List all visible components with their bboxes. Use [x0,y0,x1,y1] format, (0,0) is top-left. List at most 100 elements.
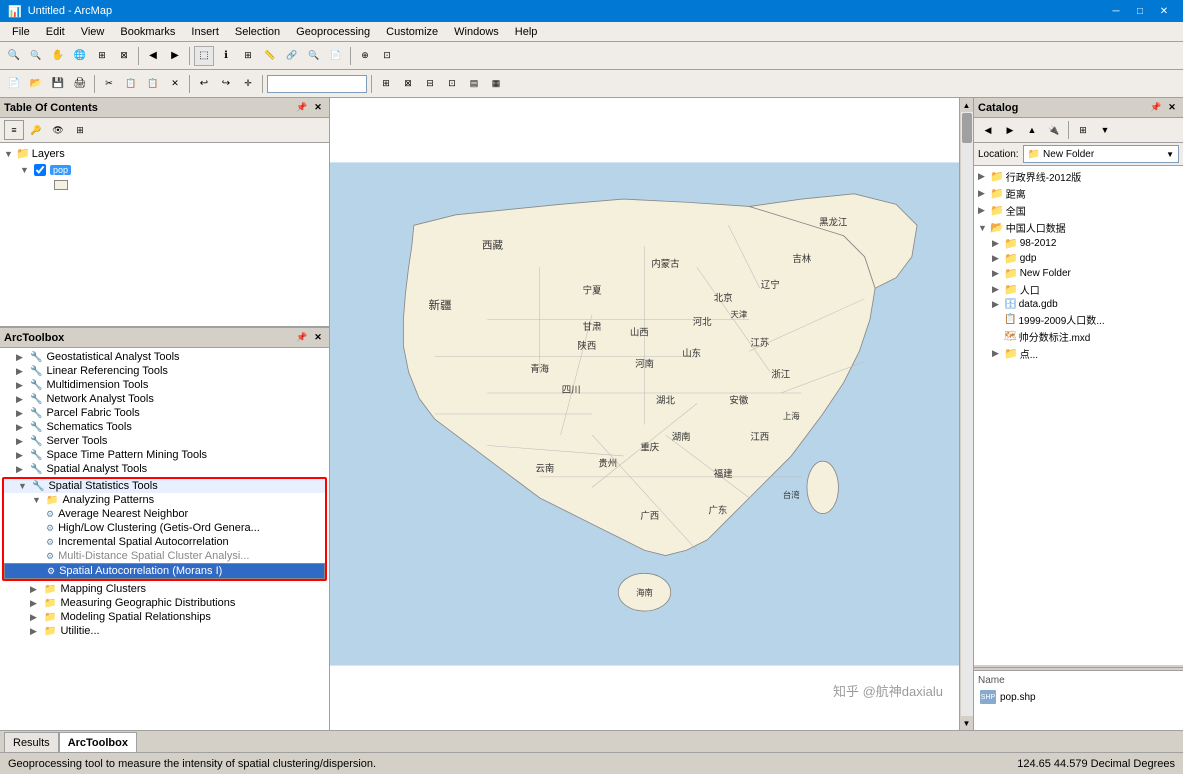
zoom-full-btn[interactable]: ⊞ [92,46,112,66]
tool-linear[interactable]: ▶ 🔧 Linear Referencing Tools [2,364,327,378]
tool-multidimension[interactable]: ▶ 🔧 Multidimension Tools [2,378,327,392]
toc-list-btn[interactable]: ≡ [4,120,24,140]
toc-vis-btn[interactable]: 👁 [48,120,68,140]
tool-measuring[interactable]: ▶ 📁 Measuring Geographic Distributions [2,596,327,610]
catalog-fwd-btn[interactable]: ▶ [1000,120,1020,140]
scale-input[interactable]: 1:39,669,086 [267,75,367,93]
tool-spatialautocorr[interactable]: ⚙ Spatial Autocorrelation (Morans I) [4,563,325,579]
menu-customize[interactable]: Customize [378,24,446,40]
cut-btn[interactable]: ✂ [99,74,119,94]
select-btn[interactable]: ⬚ [194,46,214,66]
menu-selection[interactable]: Selection [227,24,288,40]
menu-bookmarks[interactable]: Bookmarks [112,24,183,40]
menu-file[interactable]: File [4,24,38,40]
toc-source-btn[interactable]: 🔑 [26,120,46,140]
scroll-up-btn[interactable]: ▲ [960,98,974,112]
tool-modeling[interactable]: ▶ 📁 Modeling Spatial Relationships [2,610,327,624]
forward-btn[interactable]: ▶ [165,46,185,66]
pan-btn[interactable]: ✋ [48,46,68,66]
open-btn[interactable]: 📂 [26,74,46,94]
catalog-options-btn[interactable]: ▼ [1095,120,1115,140]
layout-btn[interactable]: ⊠ [398,74,418,94]
back-btn[interactable]: ◀ [143,46,163,66]
new-btn[interactable]: 📄 [4,74,24,94]
find-btn[interactable]: ⊞ [238,46,258,66]
georef-btn[interactable]: ⊞ [376,74,396,94]
zoom-in-btn[interactable]: 🔍 [4,46,24,66]
catalog-pin-btn[interactable]: 📌 [1149,101,1163,115]
catalog-item-5[interactable]: ▶ 📁 gdp [976,251,1181,266]
catalog-item-6[interactable]: ▶ 📁 New Folder [976,266,1181,281]
tool-analyzingpatterns[interactable]: ▼ 📁 Analyzing Patterns [4,493,325,507]
tool-spatialstats[interactable]: ▼ 🔧 Spatial Statistics Tools [4,479,325,493]
tab-results[interactable]: Results [4,732,59,752]
catalog-item-3[interactable]: ▼ 📂 中国人口数据 [976,219,1181,236]
menu-geoprocessing[interactable]: Geoprocessing [288,24,378,40]
hyperlink-btn[interactable]: 🔗 [282,46,302,66]
tool-geostatistical[interactable]: ▶ 🔧 Geostatistical Analyst Tools [2,350,327,364]
catalog-location-input[interactable]: 📁 New Folder ▼ [1023,145,1179,163]
move-btn[interactable]: ✛ [238,74,258,94]
undo-btn[interactable]: ↩ [194,74,214,94]
arctoolbox-close-btn[interactable]: ✕ [311,331,325,345]
catalog-item-0[interactable]: ▶ 📁 行政界线-2012版 [976,168,1181,185]
save-btn[interactable]: 💾 [48,74,68,94]
globe-btn[interactable]: 🌐 [70,46,90,66]
toc-pin-btn[interactable]: 📌 [295,101,309,115]
info-btn[interactable]: ℹ [216,46,236,66]
menu-insert[interactable]: Insert [183,24,227,40]
scroll-track[interactable] [961,112,973,716]
catalog-view-btn[interactable]: ⊞ [1073,120,1093,140]
paste-btn[interactable]: 📋 [143,74,163,94]
scroll-thumb[interactable] [962,113,972,143]
layout5-btn[interactable]: ▦ [486,74,506,94]
catalog-connect-btn[interactable]: 🔌 [1044,120,1064,140]
html-popup-btn[interactable]: 📄 [326,46,346,66]
tool-utilities[interactable]: ▶ 📁 Utilitie... [2,624,327,638]
layers-group[interactable]: ▼ 📁 Layers [2,145,327,162]
redo-btn[interactable]: ↪ [216,74,236,94]
tool-spatialanalyst[interactable]: ▶ 🔧 Spatial Analyst Tools [2,462,327,476]
toc-sel-btn[interactable]: ⊞ [70,120,90,140]
zoom-out-btn[interactable]: 🔍 [26,46,46,66]
tool-spacetime[interactable]: ▶ 🔧 Space Time Pattern Mining Tools [2,448,327,462]
toc-close-btn[interactable]: ✕ [311,101,325,115]
catalog-item-11[interactable]: ▶ 📁 点... [976,345,1181,362]
catalog-item-1[interactable]: ▶ 📁 距离 [976,185,1181,202]
tool-parcel[interactable]: ▶ 🔧 Parcel Fabric Tools [2,406,327,420]
catalog-item-7[interactable]: ▶ 📁 人口 [976,281,1181,298]
minimize-button[interactable]: ─ [1105,0,1127,22]
overview-btn[interactable]: ⊡ [377,46,397,66]
maximize-button[interactable]: □ [1129,0,1151,22]
catalog-item-8[interactable]: ▶ 🗄 data.gdb [976,298,1181,311]
tool-multidist[interactable]: ⚙ Multi-Distance Spatial Cluster Analysi… [4,549,325,563]
catalog-close-btn[interactable]: ✕ [1165,101,1179,115]
tool-mappingclusters[interactable]: ▶ 📁 Mapping Clusters [2,582,327,596]
copy-btn[interactable]: 📋 [121,74,141,94]
tool-highlow[interactable]: ⚙ High/Low Clustering (Getis-Ord Genera.… [4,521,325,535]
tool-network[interactable]: ▶ 🔧 Network Analyst Tools [2,392,327,406]
tool-schematics[interactable]: ▶ 🔧 Schematics Tools [2,420,327,434]
catalog-up-btn[interactable]: ▲ [1022,120,1042,140]
print-btn[interactable]: 🖨 [70,74,90,94]
menu-help[interactable]: Help [507,24,546,40]
tool-averagenearest[interactable]: ⚙ Average Nearest Neighbor [4,507,325,521]
catalog-item-9[interactable]: ▶ 📋 1999-2009人口数... [976,311,1181,328]
delete-btn[interactable]: ✕ [165,74,185,94]
catalog-item-4[interactable]: ▶ 📁 98-2012 [976,236,1181,251]
tool-server[interactable]: ▶ 🔧 Server Tools [2,434,327,448]
catalog-back-btn[interactable]: ◀ [978,120,998,140]
layout2-btn[interactable]: ⊟ [420,74,440,94]
menu-windows[interactable]: Windows [446,24,507,40]
catalog-item-2[interactable]: ▶ 📁 全国 [976,202,1181,219]
close-button[interactable]: ✕ [1153,0,1175,22]
identify-btn[interactable]: 🔍 [304,46,324,66]
catalog-item-10[interactable]: ▶ 🗺 帅分数标注.mxd [976,328,1181,345]
layer-pop[interactable]: ▼ pop [2,162,327,178]
pop-checkbox[interactable] [34,164,46,176]
measure-btn[interactable]: 📏 [260,46,280,66]
layout3-btn[interactable]: ⊡ [442,74,462,94]
menu-view[interactable]: View [73,24,113,40]
scroll-down-btn[interactable]: ▼ [960,716,974,730]
tab-arctoolbox[interactable]: ArcToolbox [59,732,137,752]
